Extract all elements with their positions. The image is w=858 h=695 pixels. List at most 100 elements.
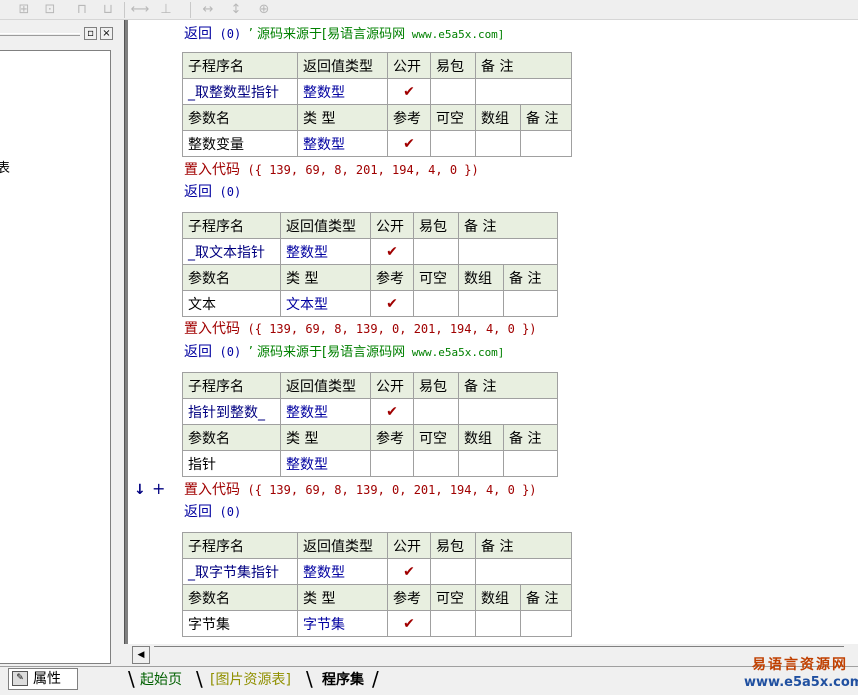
param-name-cell[interactable]: 整数变量 [182,130,298,157]
scroll-left-button[interactable]: ◀ [132,646,150,664]
panel-grip[interactable] [0,33,80,36]
param-ref-cell[interactable]: ✔ [387,610,431,637]
header-cell: 备 注 [474,532,573,559]
sub-public-cell[interactable]: ✔ [387,78,431,105]
tab-divider: / [372,667,379,691]
header-cell: 数组 [475,104,521,131]
header-cell: 公开 [370,372,414,399]
code-line[interactable]: 返回 (0) ’ 源码来源于[易语言源码网 www.e5a5x.com] [184,342,504,362]
param-nullable-cell[interactable] [413,290,459,317]
header-cell: 参考 [387,104,431,131]
panel-close-button[interactable]: × [100,27,113,40]
sub-row: _取整数型指针 整数型 ✔ [182,78,573,105]
code-line[interactable]: 返回 (0) [184,182,241,202]
property-tab-label: 属性 [33,671,61,687]
sub-header-row: 子程序名 返回值类型 公开 易包 备 注 [182,212,559,239]
sub-name-cell[interactable]: 指针到整数_ [182,398,281,425]
code-line[interactable]: 置入代码 ({ 139, 69, 8, 201, 194, 4, 0 }) [184,160,479,180]
header-cell: 易包 [413,212,459,239]
resize-both-icon[interactable]: ⊕ [254,1,274,19]
resize-height-icon[interactable]: ↕ [226,1,246,19]
param-type-cell[interactable]: 文本型 [280,290,371,317]
sub-name-cell[interactable]: _取文本指针 [182,238,281,265]
param-ref-cell[interactable] [370,450,414,477]
param-note-cell[interactable] [502,450,559,477]
watermark-title: 易语言资源网 [752,657,848,673]
param-type-cell[interactable]: 整数型 [297,130,388,157]
header-cell: 类 型 [297,584,388,611]
code-line[interactable]: 返回 (0) [184,502,241,522]
sub-package-cell[interactable] [430,558,476,585]
param-note-cell[interactable] [502,290,559,317]
param-array-cell[interactable] [458,290,504,317]
align-center-icon[interactable]: ⊡ [40,1,60,19]
code-line[interactable]: 置入代码 ({ 139, 69, 8, 139, 0, 201, 194, 4,… [184,319,537,339]
param-name-cell[interactable]: 文本 [182,290,281,317]
align-left-icon[interactable]: ⊞ [14,1,34,19]
param-row: 整数变量 整数型 ✔ [182,130,573,157]
param-ref-cell[interactable]: ✔ [370,290,414,317]
header-cell: 子程序名 [182,372,281,399]
param-ref-cell[interactable]: ✔ [387,130,431,157]
code-line[interactable]: 置入代码 ({ 139, 69, 8, 139, 0, 201, 194, 4,… [184,480,537,500]
sub-public-cell[interactable]: ✔ [387,558,431,585]
param-type-cell[interactable]: 整数型 [280,450,371,477]
down-arrow-icon[interactable]: ↓ [134,480,146,500]
code-comment-url: www.e5a5x.com] [405,346,505,359]
header-cell: 备 注 [519,584,573,611]
align-top-icon[interactable]: ⊓ [72,1,92,19]
sub-return-type-cell[interactable]: 整数型 [297,558,388,585]
sub-name-cell[interactable]: _取字节集指针 [182,558,298,585]
param-array-cell[interactable] [475,610,521,637]
tab-image-resources[interactable]: [图片资源表] [196,668,305,692]
param-name-cell[interactable]: 字节集 [182,610,298,637]
sub-table: 子程序名 返回值类型 公开 易包 备 注 _取文本指针 整数型 ✔ 参数名 类 … [182,212,559,317]
code-args: (0) [219,185,242,199]
header-cell: 返回值类型 [297,52,388,79]
sub-return-type-cell[interactable]: 整数型 [297,78,388,105]
plus-icon[interactable]: + [152,479,165,499]
sub-package-cell[interactable] [430,78,476,105]
sub-return-type-cell[interactable]: 整数型 [280,398,371,425]
header-cell: 返回值类型 [280,212,371,239]
resize-width-icon[interactable]: ↔ [198,1,218,19]
param-row: 文本 文本型 ✔ [182,290,559,317]
param-array-cell[interactable] [475,130,521,157]
sub-package-cell[interactable] [413,398,459,425]
param-array-cell[interactable] [458,450,504,477]
sub-public-cell[interactable]: ✔ [370,398,414,425]
space-vertical-icon[interactable]: ⊥ [156,1,176,19]
space-horizontal-icon[interactable]: ⟷ [130,1,150,19]
code-keyword: 返回 [184,26,212,42]
sub-note-cell[interactable] [457,238,559,265]
sub-note-cell[interactable] [457,398,559,425]
param-nullable-cell[interactable] [430,130,476,157]
code-editor[interactable]: 返回 (0) ’ 源码来源于[易语言源码网 www.e5a5x.com] 子程序… [128,20,858,644]
align-bottom-icon[interactable]: ⊔ [98,1,118,19]
panel-minimize-button[interactable]: ▫ [84,27,97,40]
tab-start-page[interactable]: 起始页 [126,668,196,692]
code-args: ({ 139, 69, 8, 139, 0, 201, 194, 4, 0 }) [247,483,537,497]
param-name-cell[interactable]: 指针 [182,450,281,477]
code-line[interactable]: 返回 (0) ’ 源码来源于[易语言源码网 www.e5a5x.com] [184,24,504,44]
code-keyword: 返回 [184,184,212,200]
header-cell: 数组 [458,264,504,291]
param-nullable-cell[interactable] [413,450,459,477]
param-row: 指针 整数型 [182,450,559,477]
sub-return-type-cell[interactable]: 整数型 [280,238,371,265]
scroll-track[interactable] [154,646,844,664]
param-note-cell[interactable] [519,130,573,157]
sub-package-cell[interactable] [413,238,459,265]
param-type-cell[interactable]: 字节集 [297,610,388,637]
tab-program-set[interactable]: 程序集 [308,668,378,692]
property-tab[interactable]: ✎ 属性 [8,668,78,690]
param-note-cell[interactable] [519,610,573,637]
sub-note-cell[interactable] [474,78,573,105]
sub-name-cell[interactable]: _取整数型指针 [182,78,298,105]
param-nullable-cell[interactable] [430,610,476,637]
header-cell: 公开 [370,212,414,239]
header-cell: 备 注 [502,424,559,451]
header-cell: 备 注 [457,372,559,399]
sub-public-cell[interactable]: ✔ [370,238,414,265]
sub-note-cell[interactable] [474,558,573,585]
